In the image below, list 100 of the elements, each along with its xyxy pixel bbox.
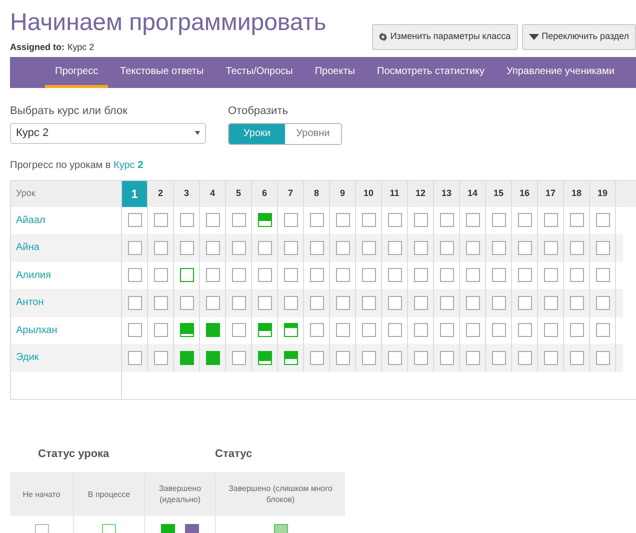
- progress-box[interactable]: [388, 323, 402, 338]
- progress-box[interactable]: [362, 350, 376, 365]
- progress-box[interactable]: [180, 350, 194, 365]
- progress-box[interactable]: [206, 240, 220, 255]
- nav-tab[interactable]: Посмотреть статистику: [367, 57, 495, 88]
- progress-box[interactable]: [284, 213, 298, 228]
- progress-box[interactable]: [258, 350, 272, 365]
- progress-box[interactable]: [206, 323, 220, 338]
- progress-box[interactable]: [128, 350, 142, 365]
- progress-box[interactable]: [336, 296, 350, 310]
- progress-box[interactable]: [232, 350, 246, 365]
- progress-box[interactable]: [388, 268, 402, 282]
- progress-box[interactable]: [128, 296, 142, 310]
- progress-box[interactable]: [596, 323, 610, 338]
- progress-box[interactable]: [128, 268, 142, 282]
- progress-box[interactable]: [518, 213, 532, 228]
- progress-box[interactable]: [570, 323, 584, 338]
- progress-box[interactable]: [206, 350, 220, 365]
- progress-box[interactable]: [440, 268, 454, 282]
- progress-box[interactable]: [544, 350, 558, 365]
- progress-box[interactable]: [180, 240, 194, 255]
- progress-box[interactable]: [518, 240, 532, 255]
- progress-box[interactable]: [492, 268, 506, 282]
- progress-box[interactable]: [336, 350, 350, 365]
- progress-box[interactable]: [180, 296, 194, 310]
- progress-box[interactable]: [232, 213, 246, 228]
- progress-box[interactable]: [466, 323, 480, 338]
- progress-box[interactable]: [258, 268, 272, 282]
- progress-box[interactable]: [206, 296, 220, 310]
- progress-box[interactable]: [414, 240, 428, 255]
- progress-box[interactable]: [258, 240, 272, 255]
- progress-box[interactable]: [232, 268, 246, 282]
- progress-box[interactable]: [310, 213, 324, 228]
- progress-box[interactable]: [154, 323, 168, 338]
- progress-box[interactable]: [492, 323, 506, 338]
- progress-box[interactable]: [388, 213, 402, 228]
- nav-tab[interactable]: Тесты/Опросы: [216, 57, 303, 88]
- progress-box[interactable]: [154, 268, 168, 282]
- progress-box[interactable]: [414, 213, 428, 228]
- course-select[interactable]: Курс 2: [10, 122, 206, 144]
- progress-box[interactable]: [466, 268, 480, 282]
- progress-box[interactable]: [232, 323, 246, 338]
- progress-box[interactable]: [336, 323, 350, 338]
- progress-box[interactable]: [362, 268, 376, 282]
- progress-box[interactable]: [284, 323, 298, 338]
- progress-box[interactable]: [414, 268, 428, 282]
- progress-box[interactable]: [232, 240, 246, 255]
- progress-box[interactable]: [284, 350, 298, 365]
- progress-box[interactable]: [570, 213, 584, 228]
- progress-box[interactable]: [518, 350, 532, 365]
- progress-box[interactable]: [206, 268, 220, 282]
- progress-box[interactable]: [518, 323, 532, 338]
- progress-box[interactable]: [440, 323, 454, 338]
- progress-box[interactable]: [362, 213, 376, 228]
- progress-box[interactable]: [466, 240, 480, 255]
- progress-box[interactable]: [466, 213, 480, 228]
- progress-box[interactable]: [596, 240, 610, 255]
- toolbar-button[interactable]: Изменить параметры класса: [372, 24, 518, 50]
- progress-box[interactable]: [570, 240, 584, 255]
- progress-box[interactable]: [362, 323, 376, 338]
- progress-box[interactable]: [258, 323, 272, 338]
- progress-box[interactable]: [310, 350, 324, 365]
- nav-tab[interactable]: Текстовые ответы: [110, 57, 214, 88]
- progress-box[interactable]: [544, 296, 558, 310]
- progress-box[interactable]: [570, 296, 584, 310]
- progress-box[interactable]: [310, 323, 324, 338]
- nav-tab[interactable]: Прогресс: [45, 57, 108, 88]
- progress-box[interactable]: [440, 350, 454, 365]
- progress-box[interactable]: [440, 240, 454, 255]
- progress-box[interactable]: [492, 240, 506, 255]
- progress-box[interactable]: [570, 268, 584, 282]
- nav-tab[interactable]: Проекты: [304, 57, 365, 88]
- progress-box[interactable]: [154, 296, 168, 310]
- progress-box[interactable]: [310, 268, 324, 282]
- progress-box[interactable]: [362, 296, 376, 310]
- progress-box[interactable]: [310, 240, 324, 255]
- progress-box[interactable]: [388, 350, 402, 365]
- progress-box[interactable]: [284, 268, 298, 282]
- progress-box[interactable]: [206, 213, 220, 228]
- progress-box[interactable]: [388, 296, 402, 310]
- progress-box[interactable]: [440, 296, 454, 310]
- progress-box[interactable]: [336, 240, 350, 255]
- progress-box[interactable]: [258, 296, 272, 310]
- progress-box[interactable]: [414, 350, 428, 365]
- progress-box[interactable]: [128, 240, 142, 255]
- progress-box[interactable]: [570, 350, 584, 365]
- progress-box[interactable]: [414, 296, 428, 310]
- progress-box[interactable]: [258, 213, 272, 228]
- progress-box[interactable]: [180, 323, 194, 338]
- progress-box[interactable]: [544, 323, 558, 338]
- progress-box[interactable]: [154, 240, 168, 255]
- progress-box[interactable]: [518, 296, 532, 310]
- progress-box[interactable]: [544, 268, 558, 282]
- progress-box[interactable]: [544, 240, 558, 255]
- progress-box[interactable]: [336, 213, 350, 228]
- progress-box[interactable]: [128, 213, 142, 228]
- progress-box[interactable]: [544, 213, 558, 228]
- progress-box[interactable]: [284, 240, 298, 255]
- progress-box[interactable]: [518, 268, 532, 282]
- progress-box[interactable]: [466, 296, 480, 310]
